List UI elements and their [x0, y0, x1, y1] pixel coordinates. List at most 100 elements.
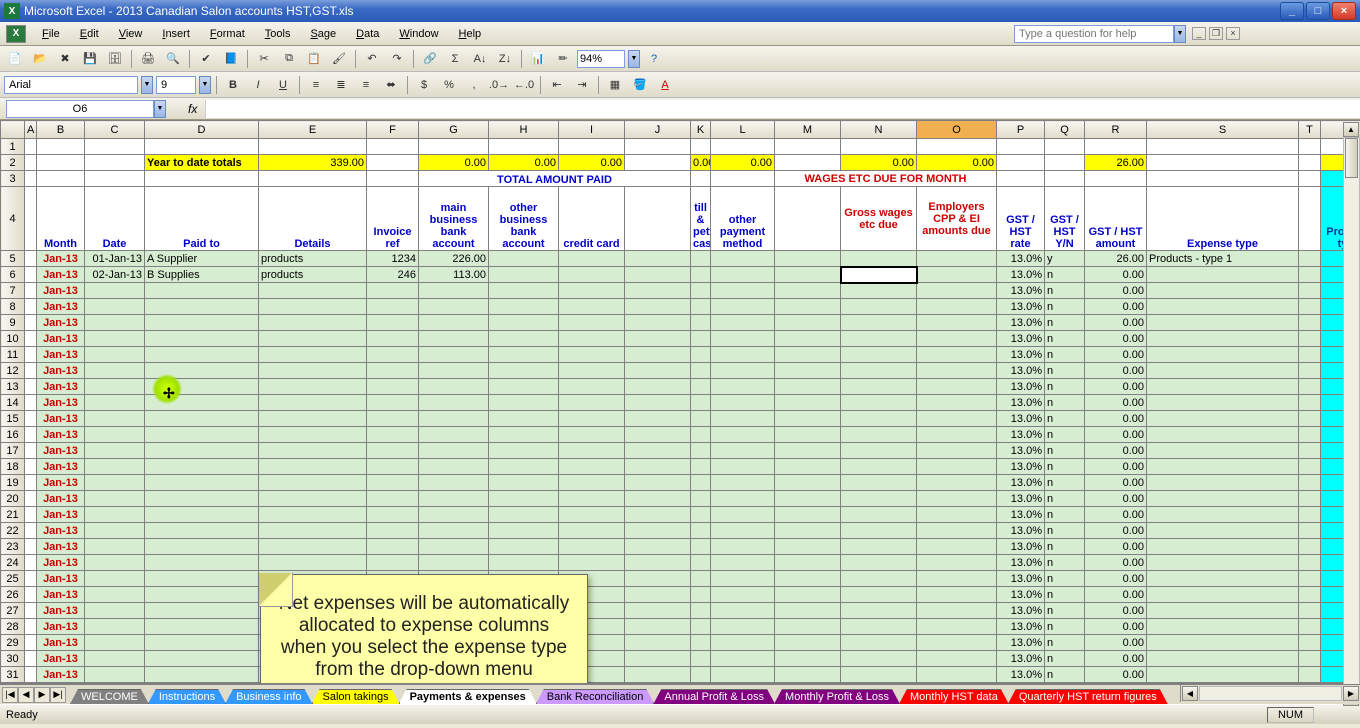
cell[interactable]: [917, 587, 997, 603]
cell[interactable]: [145, 315, 259, 331]
cell[interactable]: n: [1045, 635, 1085, 651]
tab-prev-icon[interactable]: ◀: [18, 687, 34, 703]
cell[interactable]: [711, 363, 775, 379]
cell[interactable]: [775, 635, 841, 651]
cell[interactable]: 0.00: [1085, 507, 1147, 523]
cell[interactable]: [775, 379, 841, 395]
cell[interactable]: [419, 315, 489, 331]
cell[interactable]: [25, 379, 37, 395]
cell[interactable]: [775, 571, 841, 587]
cell[interactable]: [1299, 635, 1321, 651]
cell[interactable]: [691, 555, 711, 571]
cell[interactable]: [1299, 459, 1321, 475]
cell[interactable]: [625, 363, 691, 379]
total-amount-paid-header[interactable]: TOTAL AMOUNT PAID: [419, 171, 691, 187]
cell[interactable]: 13.0%: [997, 635, 1045, 651]
cell[interactable]: [625, 619, 691, 635]
cell[interactable]: n: [1045, 587, 1085, 603]
cell[interactable]: [367, 507, 419, 523]
cell[interactable]: [841, 459, 917, 475]
cell[interactable]: [489, 283, 559, 299]
cell[interactable]: [691, 571, 711, 587]
cell[interactable]: [145, 411, 259, 427]
cell[interactable]: [625, 507, 691, 523]
cell[interactable]: 0.00: [1085, 491, 1147, 507]
cell[interactable]: [85, 539, 145, 555]
scroll-up-icon[interactable]: ▲: [1343, 122, 1359, 137]
cell[interactable]: [711, 555, 775, 571]
cell[interactable]: [85, 331, 145, 347]
cell[interactable]: [711, 667, 775, 683]
cell[interactable]: [1147, 363, 1299, 379]
row-header[interactable]: 17: [1, 443, 25, 459]
cell[interactable]: 226.00: [419, 251, 489, 267]
cell[interactable]: 13.0%: [997, 267, 1045, 283]
cell[interactable]: [489, 379, 559, 395]
cell[interactable]: [711, 619, 775, 635]
help-search-dropdown[interactable]: ▼: [1174, 25, 1186, 43]
sheet-tab-instructions[interactable]: Instructions: [148, 689, 226, 704]
paste-icon[interactable]: 📋: [303, 48, 325, 70]
cell[interactable]: [625, 491, 691, 507]
cell[interactable]: [917, 315, 997, 331]
cell[interactable]: [775, 667, 841, 683]
doc-restore-button[interactable]: ❐: [1209, 27, 1223, 40]
cell[interactable]: [841, 347, 917, 363]
cell[interactable]: [1147, 507, 1299, 523]
cell[interactable]: [85, 523, 145, 539]
bold-icon[interactable]: B: [222, 74, 244, 96]
cell[interactable]: [419, 555, 489, 571]
cell[interactable]: [1299, 155, 1321, 171]
cell[interactable]: [711, 635, 775, 651]
cell[interactable]: [775, 155, 841, 171]
cell[interactable]: [711, 443, 775, 459]
cell[interactable]: [1147, 171, 1299, 187]
sort-asc-icon[interactable]: A↓: [469, 48, 491, 70]
cell[interactable]: [625, 251, 691, 267]
cell[interactable]: [145, 379, 259, 395]
cell[interactable]: Jan-13: [37, 667, 85, 683]
cell[interactable]: [917, 523, 997, 539]
name-box-dropdown[interactable]: ▼: [154, 100, 166, 118]
cell[interactable]: [367, 443, 419, 459]
cell[interactable]: [559, 283, 625, 299]
cell[interactable]: [367, 283, 419, 299]
sheet-tab-payments-expenses[interactable]: Payments & expenses: [399, 689, 537, 704]
row-header[interactable]: 9: [1, 315, 25, 331]
cell[interactable]: [1299, 139, 1321, 155]
save-icon[interactable]: 💾: [79, 48, 101, 70]
cell[interactable]: Jan-13: [37, 443, 85, 459]
sheet-tab-annual-profit-loss[interactable]: Annual Profit & Loss: [653, 689, 775, 704]
row-header[interactable]: 25: [1, 571, 25, 587]
cell[interactable]: [775, 491, 841, 507]
cell[interactable]: Jan-13: [37, 587, 85, 603]
cell[interactable]: [1147, 331, 1299, 347]
cell[interactable]: [489, 491, 559, 507]
cell[interactable]: [775, 187, 841, 251]
cell[interactable]: [559, 475, 625, 491]
cell[interactable]: 13.0%: [997, 411, 1045, 427]
close-button[interactable]: ×: [1332, 2, 1356, 20]
cell[interactable]: [259, 491, 367, 507]
cell[interactable]: [419, 523, 489, 539]
cell[interactable]: [489, 507, 559, 523]
cell[interactable]: [917, 651, 997, 667]
cell[interactable]: A Supplier: [145, 251, 259, 267]
cell[interactable]: [775, 539, 841, 555]
cell[interactable]: [1147, 267, 1299, 283]
cell[interactable]: [691, 267, 711, 283]
cell[interactable]: [259, 299, 367, 315]
cell[interactable]: [25, 155, 37, 171]
cell[interactable]: [1299, 603, 1321, 619]
menu-sage[interactable]: Sage: [300, 24, 346, 44]
cell[interactable]: [367, 491, 419, 507]
cell[interactable]: [25, 571, 37, 587]
cell[interactable]: [367, 363, 419, 379]
cell[interactable]: 0.00: [1085, 651, 1147, 667]
app-menu-icon[interactable]: X: [6, 25, 26, 43]
cell[interactable]: [145, 635, 259, 651]
cell[interactable]: Jan-13: [37, 619, 85, 635]
sort-desc-icon[interactable]: Z↓: [494, 48, 516, 70]
cell[interactable]: [775, 555, 841, 571]
cell[interactable]: 13.0%: [997, 539, 1045, 555]
